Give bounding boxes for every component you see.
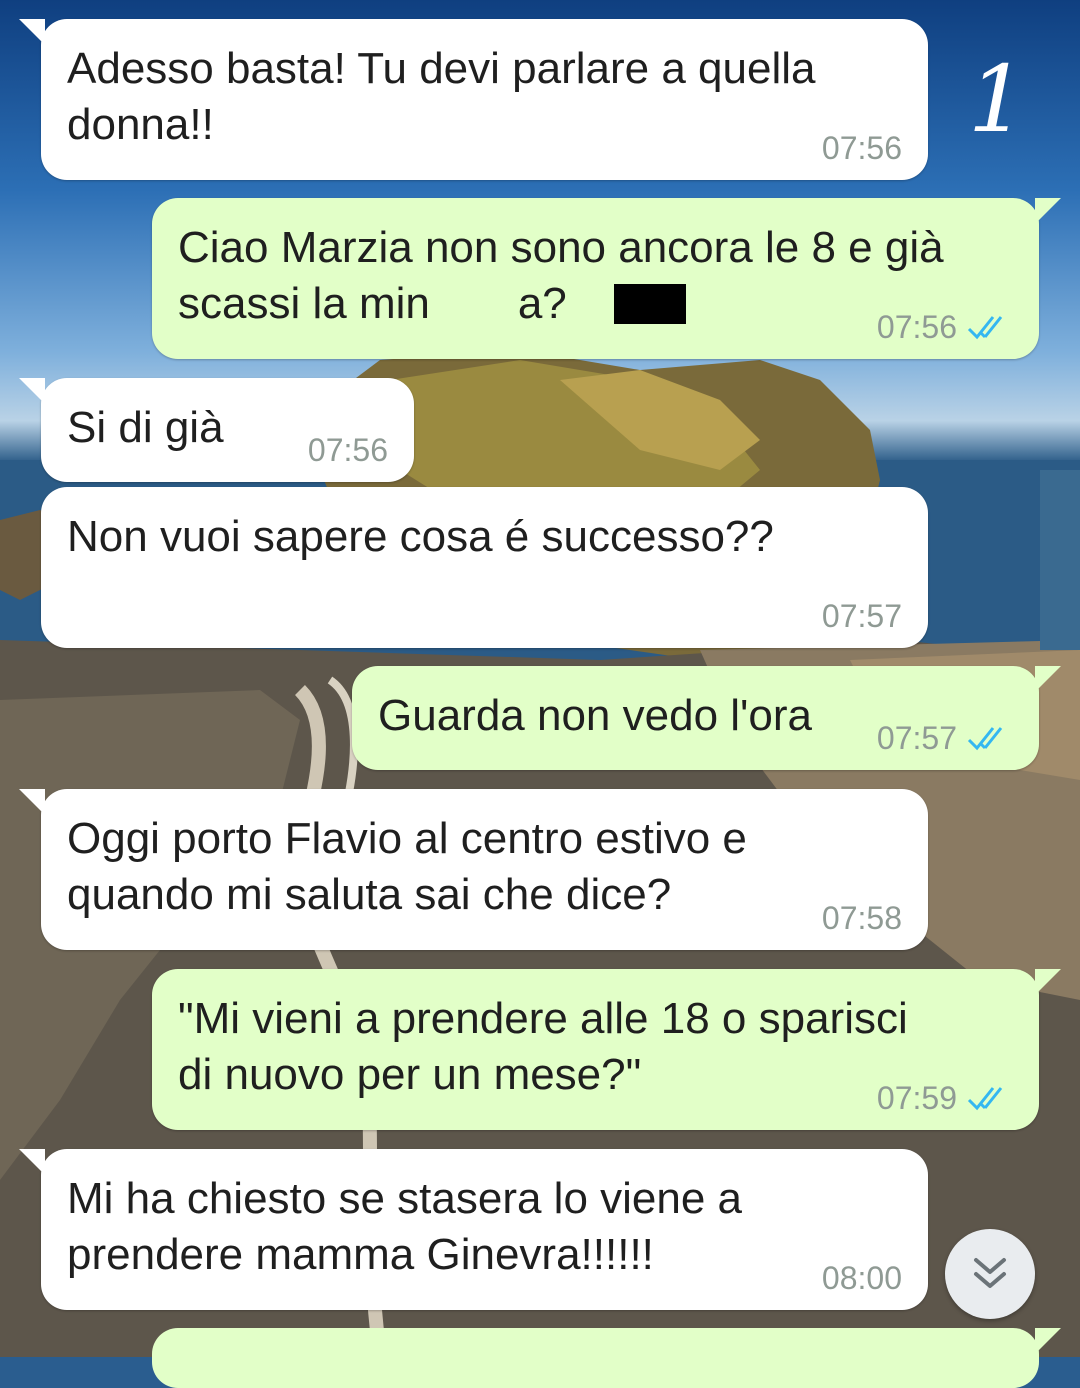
message-incoming[interactable]: Si di già 07:56: [19, 378, 414, 482]
message-meta: 07:59: [877, 1080, 1013, 1116]
message-meta: 07:57: [877, 720, 1013, 756]
double-chevron-down-icon: [974, 1258, 1006, 1288]
message-incoming[interactable]: Oggi porto Flavio al centro estivo e qua…: [19, 789, 928, 950]
double-check-icon: [967, 1087, 1003, 1111]
redaction-box: [614, 284, 686, 324]
message-text: Adesso basta! Tu devi parlare a quella d…: [67, 44, 816, 149]
message-outgoing[interactable]: Ciao Marzia non sono ancora le 8 e già s…: [152, 198, 1061, 359]
message-outgoing-partial[interactable]: [152, 1328, 1061, 1388]
message-outgoing[interactable]: Guarda non vedo l'ora 07:57: [352, 666, 1061, 770]
message-meta: 07:56: [877, 309, 1013, 345]
message-meta: 07:56: [308, 432, 388, 468]
message-text: Mi ha chiesto se stasera lo viene a pren…: [67, 1174, 743, 1279]
message-meta: 07:58: [822, 900, 902, 936]
message-time: 07:56: [876, 309, 957, 345]
message-time: 07:57: [876, 720, 957, 756]
double-check-icon: [967, 727, 1003, 751]
message-time: 07:59: [876, 1080, 957, 1116]
message-time: 07:56: [821, 130, 902, 166]
message-incoming[interactable]: Non vuoi sapere cosa é successo?? 07:57: [41, 487, 928, 648]
page-number-annotation: 1: [968, 46, 1027, 153]
message-text: Oggi porto Flavio al centro estivo e qua…: [67, 814, 747, 919]
message-time: 07:56: [307, 432, 388, 468]
message-time: 07:58: [821, 900, 902, 936]
double-check-icon: [967, 316, 1003, 340]
message-incoming[interactable]: Mi ha chiesto se stasera lo viene a pren…: [19, 1149, 928, 1310]
message-incoming[interactable]: Adesso basta! Tu devi parlare a quella d…: [19, 19, 928, 180]
message-time: 08:00: [821, 1260, 902, 1296]
message-text: Non vuoi sapere cosa é successo??: [67, 512, 774, 561]
message-outgoing[interactable]: "Mi vieni a prendere alle 18 o sparisci …: [152, 969, 1061, 1130]
scroll-to-bottom-button[interactable]: [945, 1229, 1035, 1319]
message-time: 07:57: [821, 598, 902, 634]
message-meta: 07:56: [822, 130, 902, 166]
message-meta: 07:57: [822, 598, 902, 634]
message-meta: 08:00: [822, 1260, 902, 1296]
